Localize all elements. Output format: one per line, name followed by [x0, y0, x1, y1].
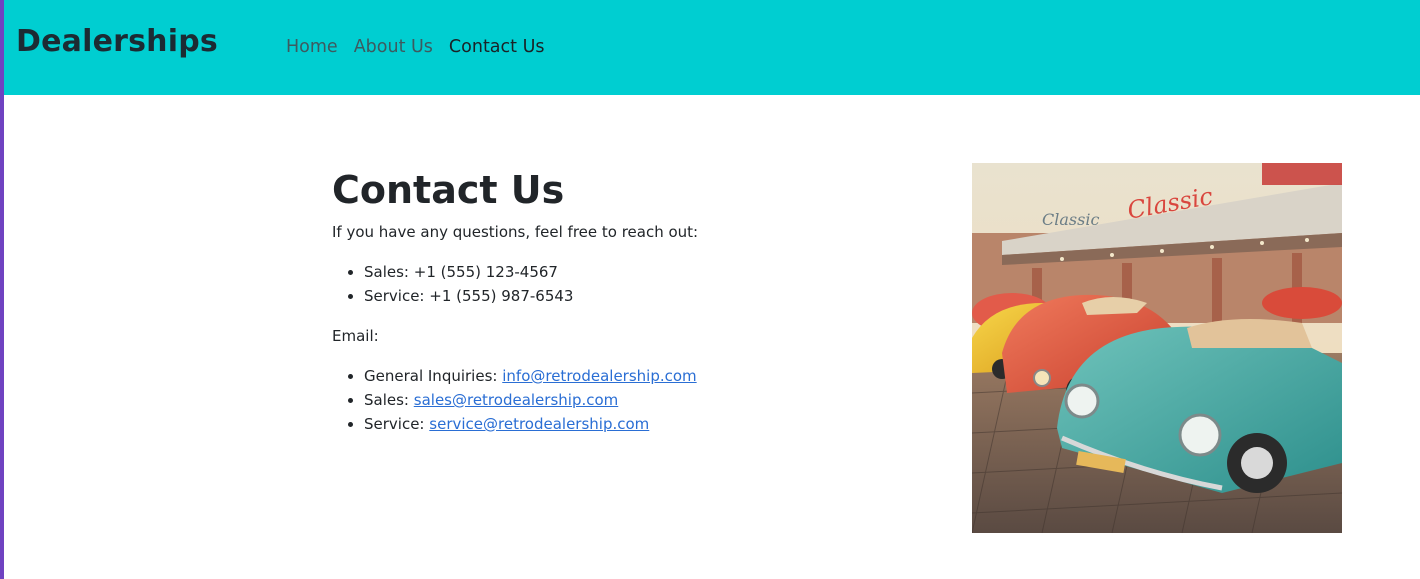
svg-text:Classic: Classic — [1042, 210, 1099, 229]
list-item: Service: +1 (555) 987-6543 — [364, 284, 892, 308]
top-navbar: Dealerships Home About Us Contact Us — [4, 0, 1420, 95]
dealership-cars-image: Classic Classic — [972, 163, 1342, 533]
email-link-general[interactable]: info@retrodealership.com — [502, 367, 696, 385]
phone-list: Sales: +1 (555) 123-4567 Service: +1 (55… — [332, 260, 892, 308]
phone-value-sales: +1 (555) 123-4567 — [413, 263, 558, 281]
vintage-cars-illustration: Classic Classic — [972, 163, 1342, 533]
list-item: General Inquiries: info@retrodealership.… — [364, 364, 892, 388]
list-item: Sales: +1 (555) 123-4567 — [364, 260, 892, 284]
email-heading: Email: — [332, 327, 379, 345]
phone-label-sales: Sales: — [364, 263, 409, 281]
email-label-general: General Inquiries: — [364, 367, 498, 385]
email-label-service: Service: — [364, 415, 425, 433]
list-item: Service: service@retrodealership.com — [364, 412, 892, 436]
email-list: General Inquiries: info@retrodealership.… — [332, 364, 892, 436]
contact-intro: If you have any questions, feel free to … — [332, 223, 699, 241]
nav-link-home[interactable]: Home — [286, 37, 338, 57]
phone-value-service: +1 (555) 987-6543 — [429, 287, 574, 305]
contact-section: Contact Us If you have any questions, fe… — [332, 164, 892, 454]
list-item: Sales: sales@retrodealership.com — [364, 388, 892, 412]
email-link-sales[interactable]: sales@retrodealership.com — [414, 391, 619, 409]
nav-link-about-us[interactable]: About Us — [354, 37, 433, 57]
page-title: Contact Us — [332, 168, 565, 212]
email-link-service[interactable]: service@retrodealership.com — [429, 415, 649, 433]
phone-label-service: Service: — [364, 287, 425, 305]
email-label-sales: Sales: — [364, 391, 409, 409]
brand-logo-link[interactable]: Dealerships — [16, 24, 218, 59]
nav-links: Home About Us Contact Us — [286, 37, 545, 57]
nav-link-contact-us[interactable]: Contact Us — [449, 37, 545, 57]
